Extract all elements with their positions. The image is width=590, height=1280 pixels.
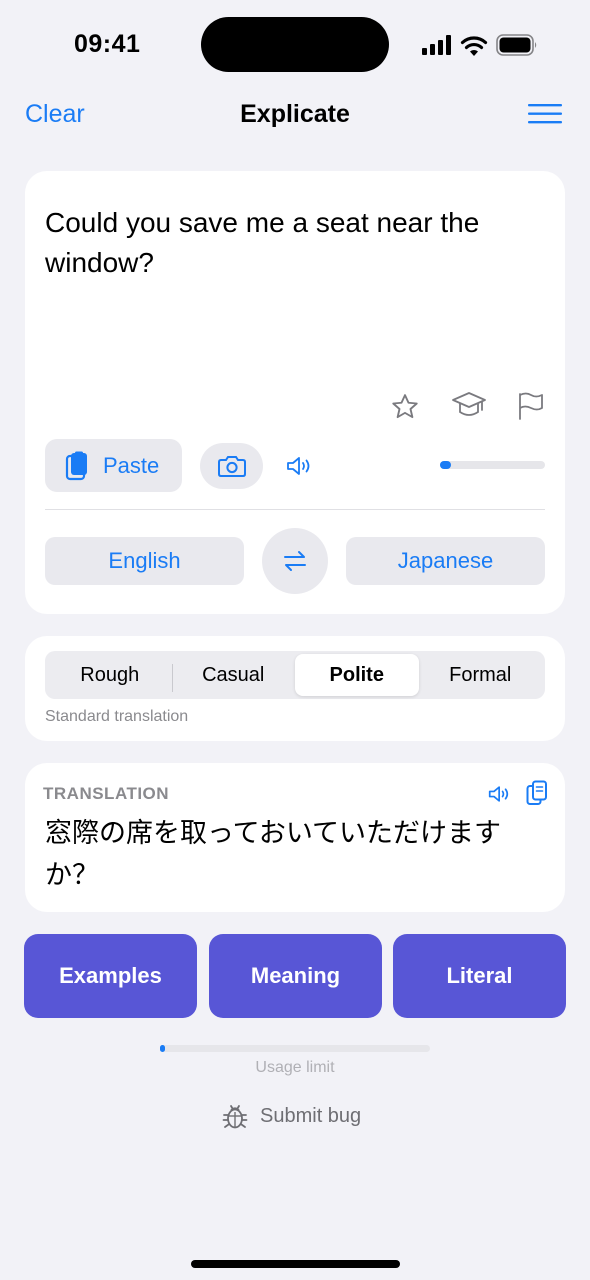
tone-option-casual[interactable]: Casual [171, 654, 296, 696]
copy-icon [526, 780, 547, 805]
bug-icon [222, 1105, 248, 1129]
divider [45, 509, 545, 510]
speaker-icon [287, 457, 310, 475]
learn-button[interactable] [449, 387, 489, 425]
usage-progress-fill [160, 1045, 166, 1052]
examples-button[interactable]: Examples [24, 934, 197, 1018]
report-button[interactable] [513, 389, 547, 423]
target-language-button[interactable]: Japanese [346, 537, 545, 585]
speaker-icon [488, 786, 509, 802]
speak-source-button[interactable] [283, 451, 317, 481]
usage-progress-bar [160, 1045, 430, 1052]
swap-arrows-icon [284, 551, 306, 571]
graduation-cap-icon [452, 392, 486, 416]
swap-languages-button[interactable] [262, 528, 328, 594]
input-progress-bar [440, 461, 545, 469]
tone-option-polite[interactable]: Polite [295, 654, 419, 696]
tone-card: Rough Casual Polite Formal Standard tran… [25, 636, 565, 741]
literal-button[interactable]: Literal [393, 934, 566, 1018]
menu-icon [528, 103, 562, 123]
source-text-input[interactable]: Could you save me a seat near the window… [45, 203, 525, 283]
camera-icon [217, 456, 246, 477]
usage-label: Usage limit [255, 1059, 335, 1076]
favorite-button[interactable] [387, 389, 423, 425]
submit-bug-label: Submit bug [260, 1104, 362, 1127]
flag-icon [519, 392, 543, 420]
navigation-bar: Clear Explicate [0, 90, 590, 140]
home-indicator [191, 1260, 400, 1268]
page-title: Explicate [240, 100, 350, 128]
translation-label: TRANSLATION [43, 784, 170, 803]
status-icons [422, 32, 538, 58]
status-time: 09:41 [74, 30, 141, 58]
tone-option-rough[interactable]: Rough [48, 654, 172, 696]
copy-translation-button[interactable] [524, 779, 550, 807]
tone-selector: Rough Casual Polite Formal [45, 651, 545, 699]
paste-button[interactable]: Paste [45, 439, 182, 492]
input-card: Could you save me a seat near the window… [25, 171, 565, 614]
dynamic-island [201, 17, 389, 72]
submit-bug-button[interactable]: Submit bug [222, 1100, 361, 1132]
speak-translation-button[interactable] [487, 781, 513, 807]
clear-button[interactable]: Clear [25, 100, 85, 129]
input-progress-fill [440, 461, 451, 469]
translation-text: 窓際の席を取っておいていただけますか？ [45, 818, 502, 891]
star-icon [392, 394, 418, 419]
segment-separator [171, 664, 173, 692]
tone-option-formal[interactable]: Formal [419, 654, 543, 696]
tone-caption: Standard translation [45, 708, 189, 725]
paste-label: Paste [103, 452, 160, 478]
cellular-signal-icon [422, 35, 451, 55]
source-language-button[interactable]: English [45, 537, 244, 585]
clipboard-icon [65, 451, 87, 480]
camera-button[interactable] [200, 443, 263, 489]
status-bar: 09:41 [0, 0, 590, 90]
translation-card: TRANSLATION 窓際の席を取っておいていただけますか？ [25, 763, 565, 912]
battery-icon [496, 34, 537, 56]
meaning-button[interactable]: Meaning [209, 934, 382, 1018]
menu-button[interactable] [527, 102, 563, 128]
wifi-icon [460, 35, 488, 56]
tone-option-casual-label: Casual [202, 663, 265, 686]
